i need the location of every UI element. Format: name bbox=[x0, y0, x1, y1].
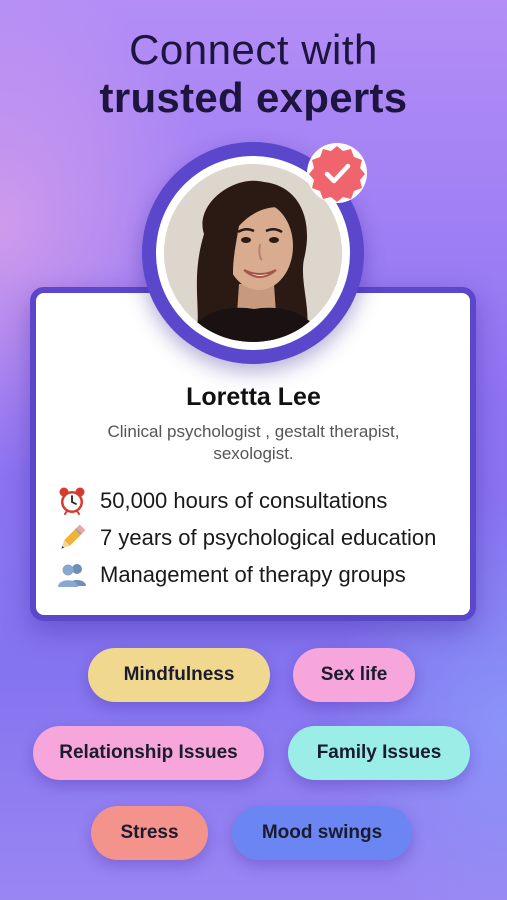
expert-facts: 50,000 hours of consultations 7 years of… bbox=[56, 482, 456, 593]
fact-text: 7 years of psychological education bbox=[100, 524, 437, 550]
fact-text: 50,000 hours of consultations bbox=[100, 487, 388, 513]
topic-chip-sex-life[interactable]: Sex life bbox=[293, 648, 415, 702]
topic-chip-mindfulness[interactable]: Mindfulness bbox=[88, 648, 270, 702]
alarm-clock-icon bbox=[56, 486, 88, 516]
fact-therapy-groups: Management of therapy groups bbox=[56, 556, 456, 593]
headline: Connect with trusted experts bbox=[0, 26, 507, 122]
fact-consultation-hours: 50,000 hours of consultations bbox=[56, 482, 456, 519]
verified-badge bbox=[305, 141, 369, 205]
fact-text: Management of therapy groups bbox=[100, 561, 406, 587]
pencil-icon bbox=[56, 523, 88, 553]
headline-line-2: trusted experts bbox=[99, 74, 408, 121]
topic-chip-family-issues[interactable]: Family Issues bbox=[288, 726, 470, 780]
topic-chip-stress[interactable]: Stress bbox=[91, 806, 208, 860]
expert-name: Loretta Lee bbox=[186, 383, 321, 411]
expert-role: Clinical psychologist , gestalt therapis… bbox=[107, 422, 400, 463]
group-icon bbox=[56, 560, 88, 590]
topic-chip-relationship-issues[interactable]: Relationship Issues bbox=[33, 726, 264, 780]
fact-education: 7 years of psychological education bbox=[56, 519, 456, 556]
topic-chip-mood-swings[interactable]: Mood swings bbox=[232, 806, 412, 860]
verified-check-icon bbox=[307, 143, 367, 203]
headline-line-1: Connect with bbox=[129, 26, 378, 73]
